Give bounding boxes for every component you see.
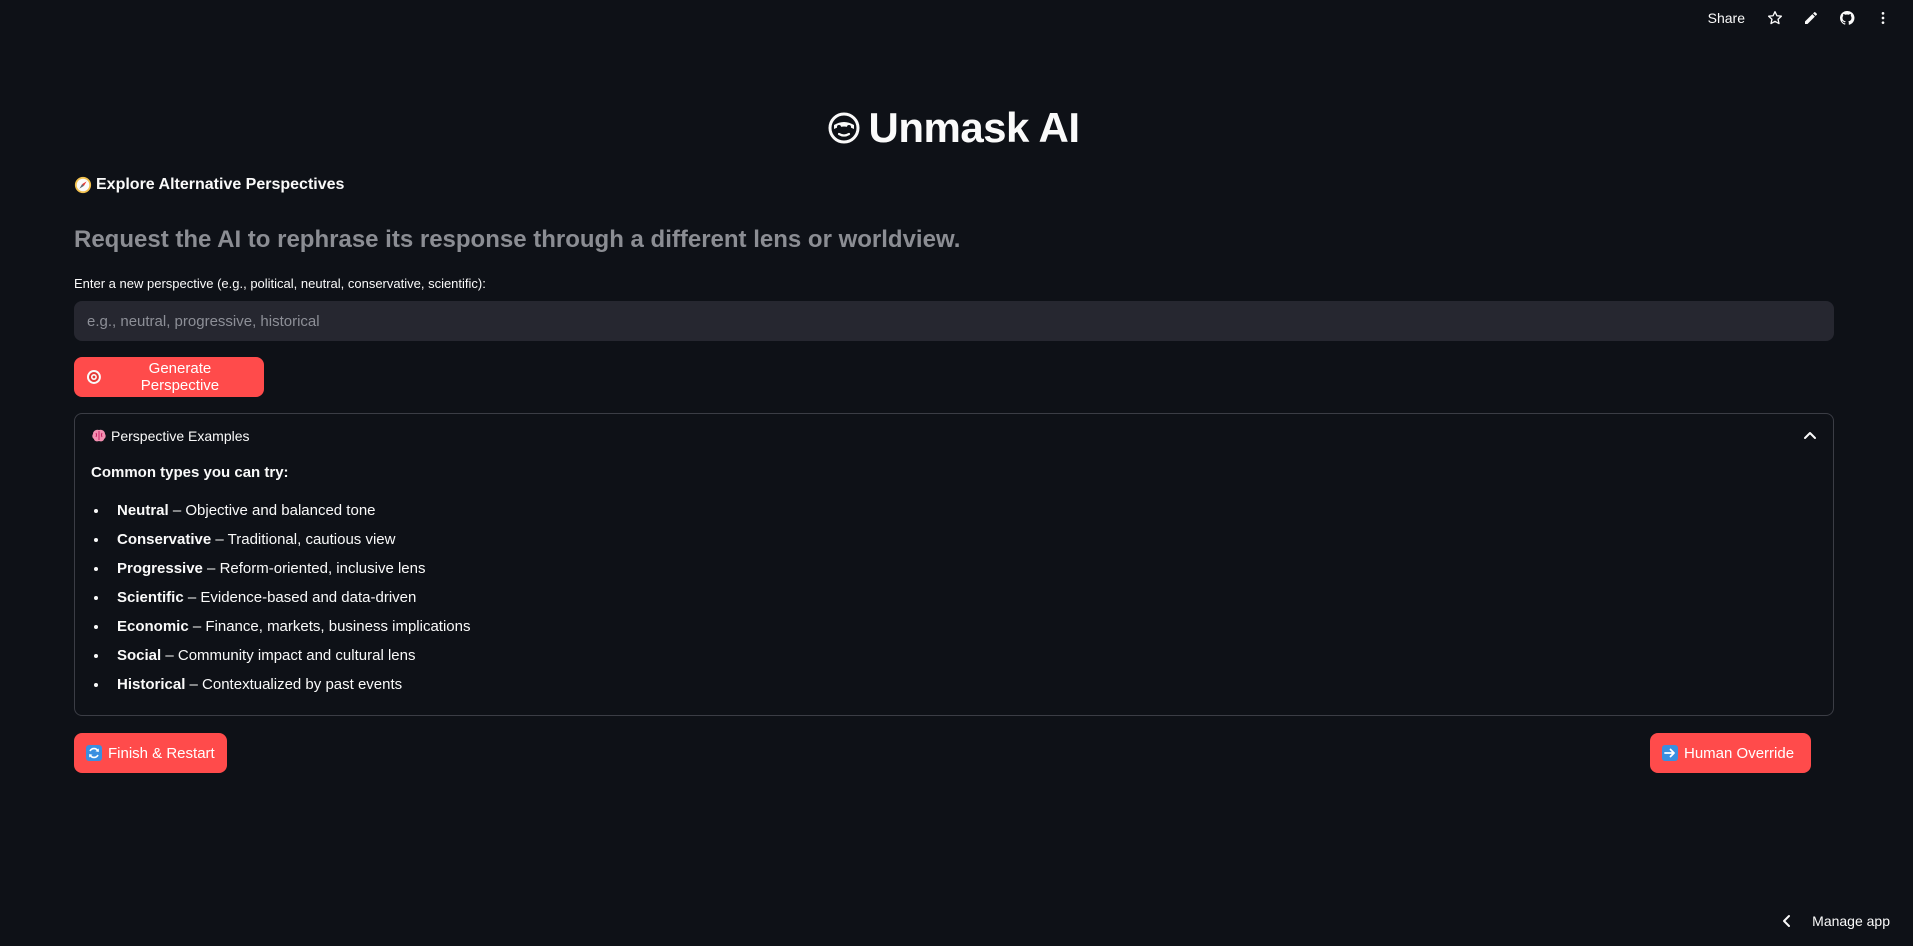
item-desc: – Contextualized by past events <box>185 676 403 693</box>
finish-restart-button[interactable]: Finish & Restart <box>74 733 227 773</box>
perspective-input[interactable] <box>74 301 1834 341</box>
item-name: Neutral <box>117 502 169 519</box>
item-name: Social <box>117 647 162 664</box>
list-item: Economic – Finance, markets, business im… <box>91 617 1817 646</box>
list-item: Progressive – Reform-oriented, inclusive… <box>91 559 1817 588</box>
item-name: Economic <box>117 618 189 635</box>
brain-icon <box>92 429 106 442</box>
human-override-button[interactable]: Human Override <box>1650 733 1811 773</box>
perspective-examples-expander: Perspective Examples Common types you ca… <box>74 413 1834 716</box>
list-item: Scientific – Evidence-based and data-dri… <box>91 588 1817 617</box>
app-title: Unmask AI <box>868 104 1080 151</box>
item-name: Conservative <box>117 531 212 548</box>
star-icon[interactable] <box>1757 0 1793 36</box>
expander-header[interactable]: Perspective Examples <box>75 414 1833 458</box>
item-name: Historical <box>117 676 186 693</box>
list-item: Historical – Contextualized by past even… <box>91 675 1817 704</box>
edit-icon[interactable] <box>1793 0 1829 36</box>
finish-button-label: Finish & Restart <box>108 744 215 762</box>
item-desc: – Traditional, cautious view <box>211 531 396 548</box>
chevron-left-icon <box>1783 915 1791 927</box>
more-vertical-icon[interactable] <box>1865 0 1901 36</box>
list-item: Conservative – Traditional, cautious vie… <box>91 530 1817 559</box>
section-subheader: Explore Alternative Perspectives <box>74 176 344 194</box>
generate-perspective-button[interactable]: Generate Perspective <box>74 357 264 397</box>
arrow-right-icon <box>1662 745 1678 761</box>
expander-body: Common types you can try: Neutral – Obje… <box>75 458 1833 704</box>
lead-text: Request the AI to rephrase its response … <box>74 226 961 253</box>
item-desc: – Evidence-based and data-driven <box>183 589 417 606</box>
chevron-up-icon[interactable] <box>1803 429 1817 443</box>
target-icon <box>86 370 101 384</box>
list-item: Neutral – Objective and balanced tone <box>91 501 1817 530</box>
item-desc: – Objective and balanced tone <box>168 502 376 519</box>
list-item: Social – Community impact and cultural l… <box>91 646 1817 675</box>
generate-button-label: Generate Perspective <box>140 360 220 394</box>
item-desc: – Community impact and cultural lens <box>161 647 416 664</box>
refresh-icon <box>86 745 102 761</box>
perspective-input-label: Enter a new perspective (e.g., political… <box>74 276 486 291</box>
item-desc: – Reform-oriented, inclusive lens <box>202 560 426 577</box>
top-toolbar: Share <box>1696 0 1913 36</box>
manage-app-button[interactable]: Manage app <box>1780 906 1890 936</box>
manage-app-label: Manage app <box>1812 913 1890 929</box>
item-name: Progressive <box>117 560 203 577</box>
github-icon[interactable] <box>1829 0 1865 36</box>
item-desc: – Finance, markets, business implication… <box>188 618 471 635</box>
share-button[interactable]: Share <box>1696 10 1757 26</box>
override-button-label: Human Override <box>1684 744 1795 762</box>
item-name: Scientific <box>117 589 184 606</box>
examples-heading: Common types you can try: <box>91 464 289 481</box>
compass-icon <box>74 176 92 194</box>
examples-list: Neutral – Objective and balanced tone Co… <box>91 501 1817 704</box>
page-title: Unmask AI <box>74 104 1834 152</box>
expander-title-text: Perspective Examples <box>111 428 250 444</box>
mask-face-icon <box>828 112 860 144</box>
expander-title: Perspective Examples <box>91 428 250 444</box>
subheader-text: Explore Alternative Perspectives <box>96 176 345 193</box>
